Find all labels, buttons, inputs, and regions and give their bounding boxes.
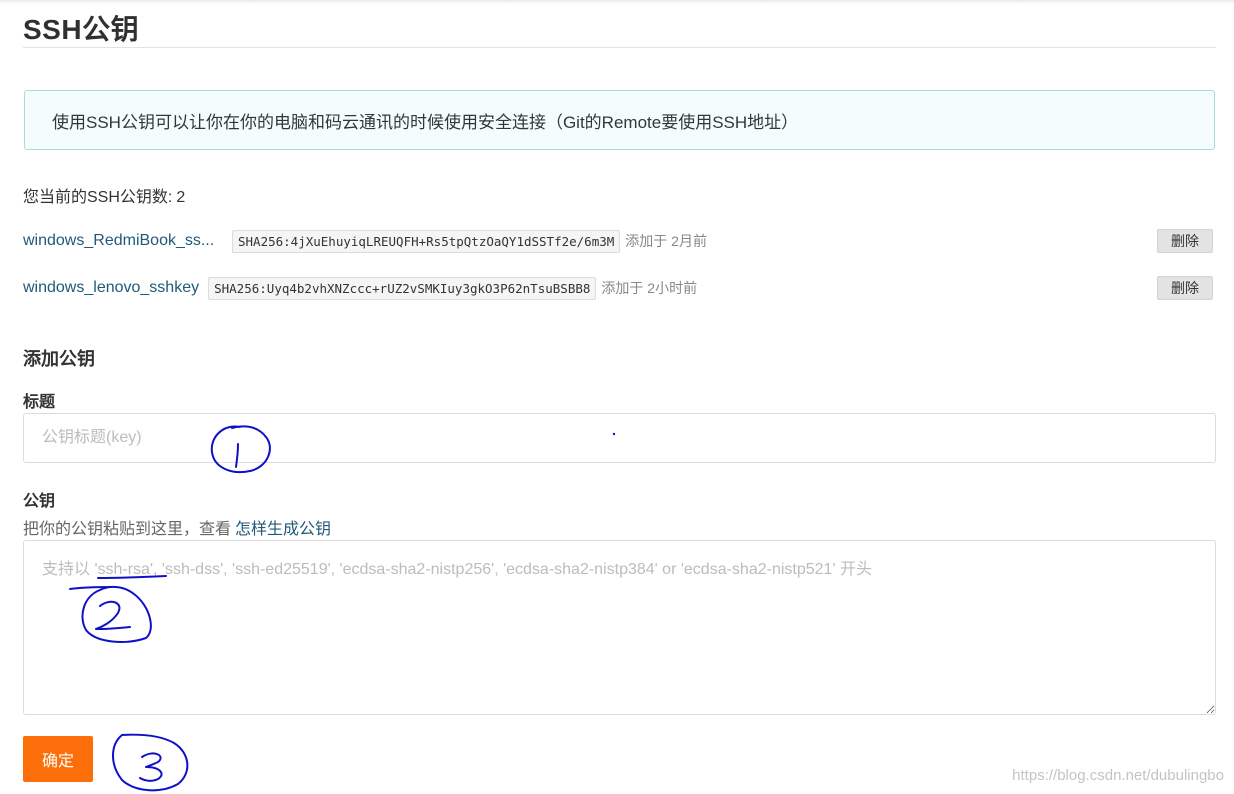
public-key-textarea[interactable]: [23, 540, 1216, 715]
delete-key-button[interactable]: 删除: [1157, 229, 1213, 253]
annotation-circle-3: [112, 733, 189, 792]
ssh-key-name-link[interactable]: windows_lenovo_sshkey: [23, 279, 199, 297]
add-key-heading: 添加公钥: [23, 349, 95, 369]
ssh-key-row: windows_RedmiBook_ss... SHA256:4jXuEhuyi…: [23, 228, 1213, 254]
public-key-hint: 把你的公钥粘贴到这里，查看 怎样生成公钥: [23, 515, 331, 539]
ssh-key-row: windows_lenovo_sshkey SHA256:Uyq4b2vhXNZ…: [23, 275, 1213, 301]
ssh-key-added-time: 添加于 2小时前: [601, 280, 698, 296]
title-divider: [23, 47, 1216, 48]
key-count-value: 2: [176, 189, 186, 206]
info-banner: 使用SSH公钥可以让你在你的电脑和码云通讯的时候使用安全连接（Git的Remot…: [24, 90, 1215, 150]
key-count-label: 您当前的SSH公钥数:: [23, 189, 173, 206]
public-key-hint-text: 把你的公钥粘贴到这里，查看: [23, 521, 232, 538]
how-to-generate-key-link[interactable]: 怎样生成公钥: [235, 521, 331, 538]
top-shadow: [0, 0, 1234, 4]
ssh-key-added-time: 添加于 2月前: [625, 233, 707, 249]
ssh-key-fingerprint: SHA256:Uyq4b2vhXNZccc+rUZ2vSMKIuy3gkO3P6…: [208, 276, 597, 300]
ssh-key-name-link[interactable]: windows_RedmiBook_ss...: [23, 232, 223, 250]
delete-key-button[interactable]: 删除: [1157, 276, 1213, 300]
key-title-input[interactable]: [23, 413, 1216, 463]
confirm-button[interactable]: 确定: [23, 736, 93, 782]
info-banner-text: 使用SSH公钥可以让你在你的电脑和码云通讯的时候使用安全连接（Git的Remot…: [52, 112, 799, 132]
page-title: SSH公钥: [23, 14, 140, 45]
ssh-key-fingerprint: SHA256:4jXuEhuyiqLREUQFH+Rs5tpQtzOaQY1dS…: [232, 229, 621, 253]
key-title-label: 标题: [23, 394, 56, 411]
public-key-label: 公钥: [23, 493, 56, 510]
key-count: 您当前的SSH公钥数: 2: [23, 183, 185, 207]
watermark: https://blog.csdn.net/dubulingbo: [1012, 767, 1224, 784]
